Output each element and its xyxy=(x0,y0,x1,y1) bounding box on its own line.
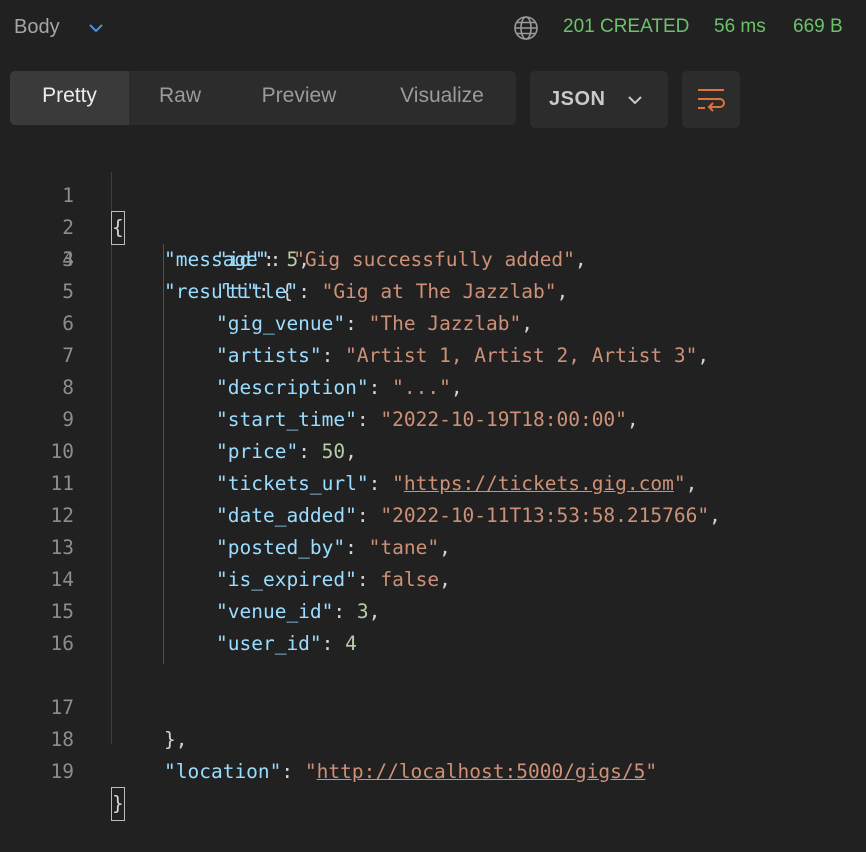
line-number: 10 xyxy=(50,440,74,463)
line-number: 8 xyxy=(62,376,74,399)
line-number: 12 xyxy=(50,504,74,527)
json-key: "start_time" xyxy=(216,408,357,431)
json-key: "artists" xyxy=(216,344,322,367)
json-key: "user_id" xyxy=(216,632,322,655)
comma: , xyxy=(556,280,569,303)
code-line: 9 "start_time": "2022-10-19T18:00:00", xyxy=(0,404,866,436)
json-key: "gig_venue" xyxy=(216,312,346,335)
wrap-lines-icon xyxy=(698,89,725,112)
chevron-down-icon[interactable] xyxy=(86,18,106,38)
json-value: "2022-10-19T18:00:00" xyxy=(380,408,627,431)
code-line: 14 "is_expired": false, xyxy=(0,564,866,596)
comma: , xyxy=(298,248,310,271)
code-line: 7 "artists": "Artist 1, Artist 2, Artist … xyxy=(0,340,866,372)
response-header-bar: Body 201 CREATED 56 ms 669 B xyxy=(0,0,866,56)
json-key: "description" xyxy=(216,376,369,399)
json-key: "tickets_url" xyxy=(216,472,369,495)
chevron-down-icon xyxy=(628,96,642,105)
line-number: 11 xyxy=(50,472,74,495)
json-value: "Gig at The Jazzlab" xyxy=(321,280,557,303)
json-key: "venue_id" xyxy=(216,600,334,623)
json-value: "tane" xyxy=(368,536,440,559)
code-line: 13 "posted_by": "tane", xyxy=(0,532,866,564)
line-number: 6 xyxy=(62,312,74,335)
comma: , xyxy=(368,600,381,623)
json-value: 5 xyxy=(286,248,299,271)
json-link-value[interactable]: https://tickets.gig.com xyxy=(404,472,674,495)
line-number: 15 xyxy=(50,600,74,623)
json-value: false xyxy=(380,568,440,591)
code-line: 12 "date_added": "2022-10-11T13:53:58.215… xyxy=(0,500,866,532)
code-line: 1 { xyxy=(0,148,866,245)
json-key: "price" xyxy=(216,440,299,463)
wrap-lines-button[interactable] xyxy=(682,71,740,128)
globe-icon[interactable] xyxy=(513,15,539,41)
tab-preview[interactable]: Preview xyxy=(231,71,367,125)
json-value: "Artist 1, Artist 2, Artist 3" xyxy=(345,344,698,367)
body-label[interactable]: Body xyxy=(14,16,60,39)
code-line: 2 "message": "Gig successfully added", xyxy=(0,180,866,271)
response-time[interactable]: 56 ms xyxy=(714,16,766,38)
comma: , xyxy=(709,504,721,527)
tab-visualize[interactable]: Visualize xyxy=(367,71,517,125)
json-key: "posted_by" xyxy=(216,536,346,559)
comma: , xyxy=(439,568,451,591)
comma: , xyxy=(521,312,533,335)
code-line: 5 "title": "Gig at The Jazzlab", xyxy=(0,276,866,308)
json-key: "id" xyxy=(216,248,263,271)
line-number: 16 xyxy=(50,632,74,655)
json-key: "location" xyxy=(164,760,282,783)
json-key: "title" xyxy=(216,280,299,303)
json-key: "date_added" xyxy=(216,504,357,527)
close-brace: } xyxy=(111,787,125,821)
line-number: 14 xyxy=(50,568,74,591)
code-line: 4 "id": 5, xyxy=(0,244,866,276)
line-number: 19 xyxy=(50,760,74,783)
status-code[interactable]: 201 CREATED xyxy=(563,16,689,38)
code-line: 10 "price": 50, xyxy=(0,436,866,468)
comma: , xyxy=(439,536,451,559)
line-number: 4 xyxy=(62,248,74,271)
json-value: "2022-10-11T13:53:58.215766" xyxy=(380,504,710,527)
code-line: 3 "result": { xyxy=(0,212,866,303)
json-value: "The Jazzlab" xyxy=(368,312,522,335)
comma: , xyxy=(345,440,357,463)
json-value: 50 xyxy=(321,440,346,463)
json-value: 3 xyxy=(356,600,369,623)
line-number: 13 xyxy=(50,536,74,559)
format-select[interactable]: JSON xyxy=(530,71,668,128)
response-size[interactable]: 669 B xyxy=(793,16,843,38)
line-number: 5 xyxy=(62,280,74,303)
tab-raw[interactable]: Raw xyxy=(129,71,231,125)
code-line: 6 "gig_venue": "The Jazzlab", xyxy=(0,308,866,340)
tab-pretty[interactable]: Pretty xyxy=(10,71,129,125)
comma: , xyxy=(626,408,639,431)
code-line: 19 } xyxy=(0,724,866,821)
comma: , xyxy=(697,344,710,367)
json-key: "is_expired" xyxy=(216,568,357,591)
code-line: 15 "venue_id": 3, xyxy=(0,596,866,628)
code-line: 11 "tickets_url": "https://tickets.gig.co… xyxy=(0,468,866,500)
line-number: 7 xyxy=(62,344,74,367)
json-code-view[interactable]: 1 { 2 "message": "Gig successfully added… xyxy=(0,148,866,821)
code-line: 17 }, xyxy=(0,660,866,751)
view-tabs: Pretty Raw Preview Visualize xyxy=(10,71,516,125)
code-line: 16 "user_id": 4 xyxy=(0,628,866,660)
line-number: 9 xyxy=(62,408,74,431)
format-label: JSON xyxy=(549,88,606,110)
location-link[interactable]: http://localhost:5000/gigs/5 xyxy=(317,760,646,783)
json-value: "..." xyxy=(392,376,451,399)
code-line: 18 "location": "http://localhost:5000/gi… xyxy=(0,692,866,783)
comma: , xyxy=(685,472,698,495)
code-line: 8 "description": "...", xyxy=(0,372,866,404)
json-value: 4 xyxy=(345,632,357,655)
comma: , xyxy=(450,376,463,399)
